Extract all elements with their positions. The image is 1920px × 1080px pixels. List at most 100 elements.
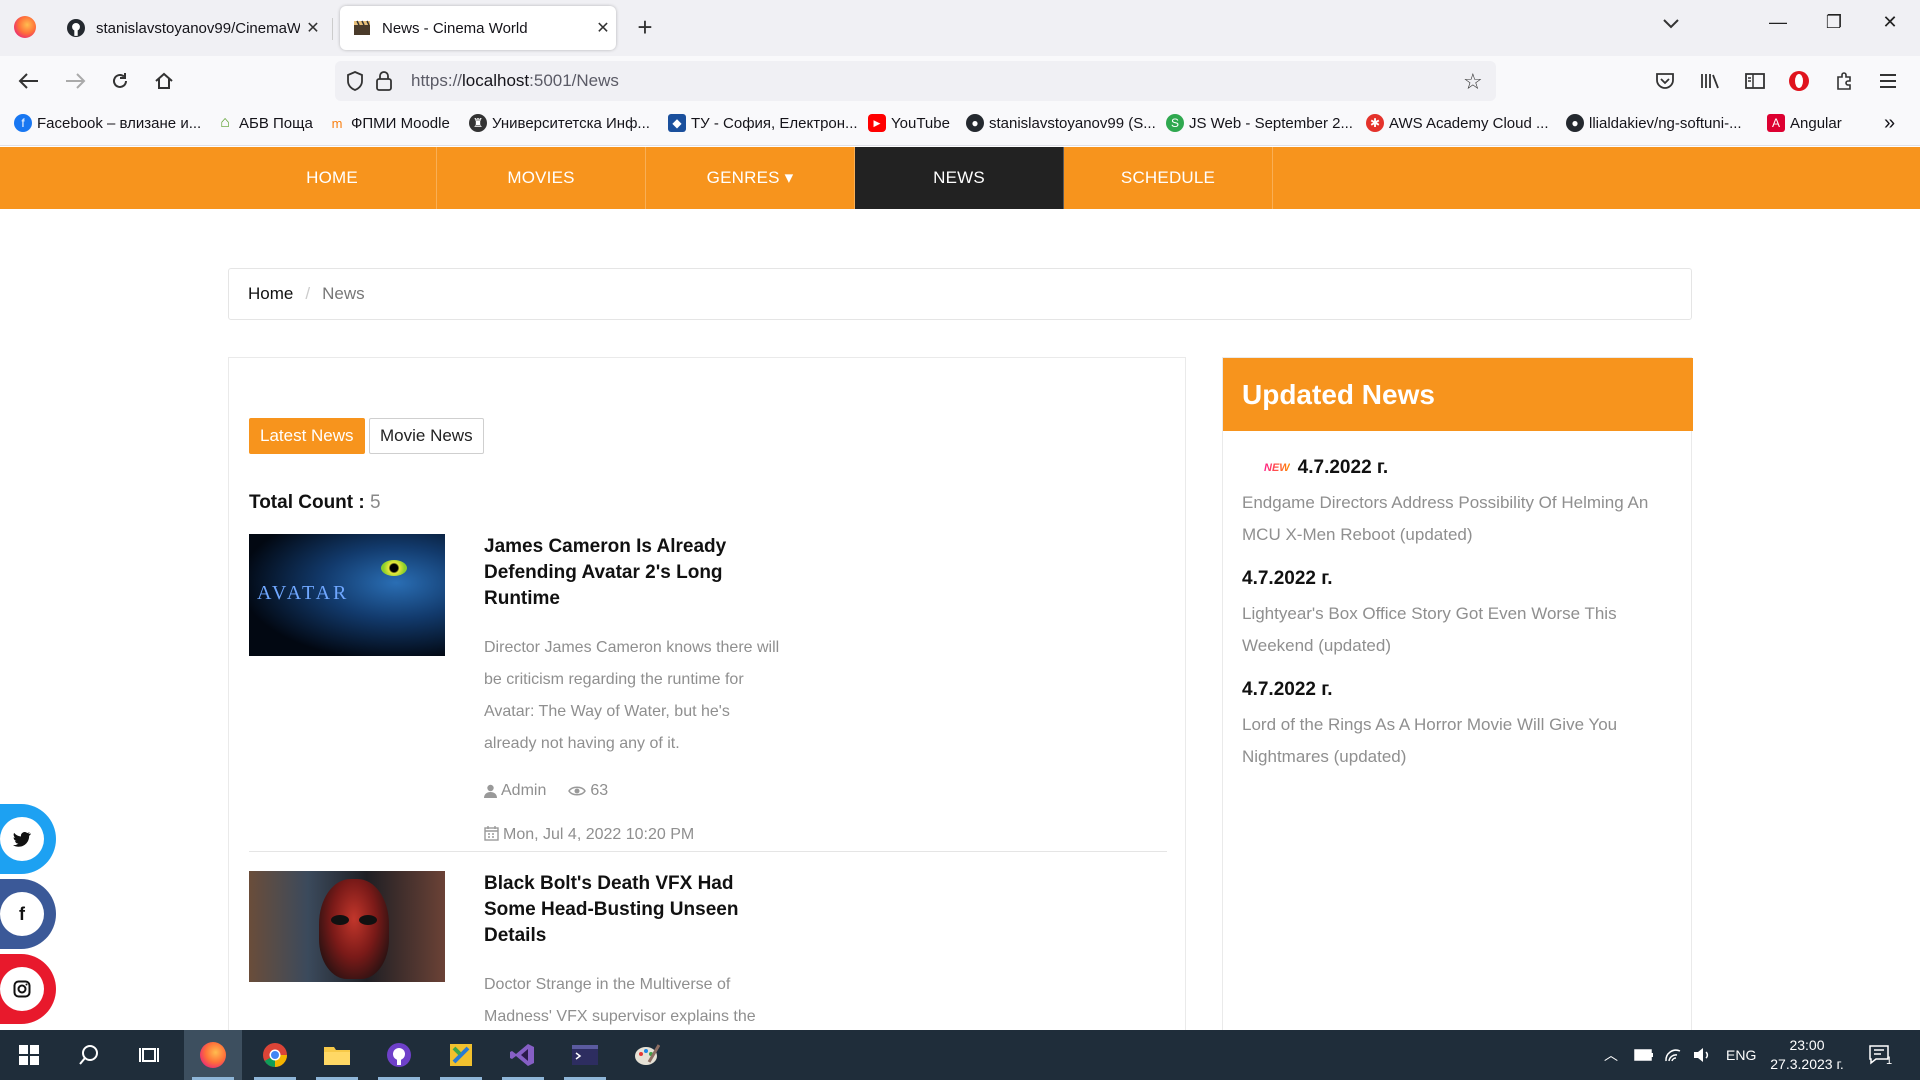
- total-count-label: Total Count :: [249, 492, 365, 513]
- reload-icon[interactable]: [105, 66, 135, 96]
- site-navigation: HOME MOVIES GENRES ▾ NEWS SCHEDULE: [0, 147, 1920, 209]
- battery-icon[interactable]: [1634, 1030, 1654, 1080]
- views-count: 63: [590, 782, 609, 799]
- sidebar-header: Updated News: [1223, 358, 1693, 431]
- updated-news-date: 4.7.2022 г.: [1242, 679, 1333, 700]
- new-tab-button[interactable]: +: [630, 12, 660, 43]
- bookmark-github[interactable]: ● stanislavstoyanov99 (S...: [966, 114, 1156, 132]
- visual-studio-icon[interactable]: [494, 1030, 552, 1080]
- twitter-icon: [0, 817, 44, 861]
- opera-icon[interactable]: [1784, 66, 1814, 96]
- chevron-down-icon[interactable]: [1662, 14, 1680, 35]
- tab-github[interactable]: stanislavstoyanov99/CinemaWorld ✕: [54, 6, 326, 50]
- nav-movies[interactable]: MOVIES: [437, 147, 646, 209]
- github-desktop-icon[interactable]: [370, 1030, 428, 1080]
- updated-news-date: 4.7.2022 г.: [1242, 568, 1333, 589]
- bookmark-youtube[interactable]: ▶ YouTube: [868, 114, 950, 132]
- news-description: Director James Cameron knows there will …: [484, 639, 780, 752]
- minimize-button[interactable]: —: [1758, 12, 1798, 33]
- wifi-icon[interactable]: [1664, 1030, 1682, 1080]
- news-thumbnail[interactable]: AVATAR: [249, 534, 445, 656]
- notifications-icon[interactable]: 1: [1868, 1030, 1892, 1080]
- bookmark-softuni[interactable]: S JS Web - September 2...: [1166, 114, 1353, 132]
- shield-icon: ◆: [668, 114, 686, 132]
- volume-icon[interactable]: [1692, 1030, 1712, 1080]
- language-indicator[interactable]: ENG: [1726, 1030, 1756, 1080]
- bookmark-label: Angular: [1790, 114, 1842, 132]
- moodle-icon: m: [331, 115, 343, 131]
- latest-news-button[interactable]: Latest News: [249, 418, 365, 454]
- nav-home[interactable]: HOME: [228, 147, 437, 209]
- forward-icon[interactable]: [60, 66, 90, 96]
- tab-label: News - Cinema World: [382, 19, 528, 37]
- user-icon: [484, 784, 497, 798]
- pocket-icon[interactable]: [1650, 66, 1680, 96]
- shield-icon[interactable]: [345, 70, 365, 97]
- youtube-icon: ▶: [868, 114, 886, 132]
- sql-server-icon[interactable]: [432, 1030, 490, 1080]
- paint-icon[interactable]: [618, 1030, 676, 1080]
- close-icon[interactable]: ✕: [300, 18, 326, 38]
- firefox-taskbar-icon[interactable]: [184, 1030, 242, 1080]
- thumbnail-title-text: AVATAR: [257, 582, 350, 604]
- breadcrumb-home-link[interactable]: Home: [248, 284, 293, 304]
- sidebar-icon[interactable]: [1740, 66, 1770, 96]
- nav-news[interactable]: NEWS: [855, 147, 1064, 209]
- search-icon[interactable]: [60, 1030, 118, 1080]
- nav-genres[interactable]: GENRES ▾: [646, 147, 855, 209]
- lock-icon[interactable]: [375, 70, 393, 97]
- bookmark-aws[interactable]: ✱ AWS Academy Cloud ...: [1366, 114, 1549, 132]
- updated-news-link[interactable]: Lord of the Rings As A Horror Movie Will…: [1242, 709, 1672, 773]
- start-button[interactable]: [0, 1030, 58, 1080]
- university-icon: ♜: [469, 114, 487, 132]
- news-body: James Cameron Is Already Defending Avata…: [484, 534, 784, 844]
- bookmark-university[interactable]: ♜ Университетска Инф...: [469, 114, 650, 132]
- restore-button[interactable]: ❐: [1814, 12, 1854, 33]
- back-icon[interactable]: [14, 66, 44, 96]
- nav-schedule[interactable]: SCHEDULE: [1064, 147, 1273, 209]
- bookmark-tu-sofia[interactable]: ◆ ТУ - София, Електрон...: [668, 114, 858, 132]
- clock[interactable]: 23:00 27.3.2023 г.: [1762, 1036, 1852, 1074]
- bookmark-label: AWS Academy Cloud ...: [1389, 114, 1549, 132]
- close-icon[interactable]: ✕: [590, 18, 616, 38]
- updated-news-link[interactable]: Endgame Directors Address Possibility Of…: [1242, 487, 1672, 551]
- firefox-icon: [200, 1042, 226, 1068]
- terminal-icon[interactable]: [556, 1030, 614, 1080]
- firefox-icon[interactable]: [14, 16, 36, 38]
- updated-news-sidebar: Updated News NEW 4.7.2022 г. Endgame Dir…: [1222, 357, 1693, 1080]
- instagram-button[interactable]: [0, 954, 56, 1024]
- address-bar[interactable]: https://localhost:5001/News ☆: [335, 61, 1496, 101]
- bookmark-moodle[interactable]: m ФПМИ Moodle: [328, 114, 450, 132]
- close-window-button[interactable]: ✕: [1870, 12, 1910, 33]
- updated-news-link[interactable]: Lightyear's Box Office Story Got Even Wo…: [1242, 598, 1672, 662]
- total-count: Total Count : 5: [249, 492, 381, 514]
- bookmark-ng-softuni[interactable]: ● llialdakiev/ng-softuni-...: [1566, 114, 1742, 132]
- extensions-icon[interactable]: [1829, 66, 1859, 96]
- tray-chevron-up-icon[interactable]: ︿: [1604, 1030, 1618, 1080]
- task-view-icon[interactable]: [120, 1030, 178, 1080]
- clock-time: 23:00: [1789, 1037, 1825, 1053]
- updated-news-date: NEW 4.7.2022 г.: [1242, 457, 1672, 479]
- menu-icon[interactable]: [1873, 66, 1903, 96]
- movie-news-button[interactable]: Movie News: [369, 418, 484, 454]
- bookmark-abv[interactable]: ⌂ АБВ Поща: [216, 114, 313, 132]
- news-title-link[interactable]: James Cameron Is Already Defending Avata…: [484, 534, 784, 612]
- tab-news[interactable]: News - Cinema World ✕: [340, 6, 616, 50]
- home-icon[interactable]: [149, 66, 179, 96]
- file-explorer-icon[interactable]: [308, 1030, 366, 1080]
- news-title-link[interactable]: Black Bolt's Death VFX Had Some Head-Bus…: [484, 871, 784, 949]
- bookmark-label: llialdakiev/ng-softuni-...: [1589, 114, 1742, 132]
- chrome-taskbar-icon[interactable]: [246, 1030, 304, 1080]
- bookmark-star-icon[interactable]: ☆: [1463, 69, 1483, 95]
- tab-divider: [332, 18, 333, 40]
- facebook-button[interactable]: f: [0, 879, 56, 949]
- bookmark-facebook[interactable]: f Facebook – влизане и...: [14, 114, 201, 132]
- news-views: 63: [568, 782, 608, 800]
- twitter-button[interactable]: [0, 804, 56, 874]
- bookmark-angular[interactable]: A Angular: [1767, 114, 1842, 132]
- mask-eye: [331, 915, 349, 925]
- library-icon[interactable]: [1695, 66, 1725, 96]
- more-bookmarks-icon[interactable]: »: [1884, 112, 1895, 135]
- news-thumbnail[interactable]: [249, 871, 445, 982]
- github-icon: [66, 18, 86, 38]
